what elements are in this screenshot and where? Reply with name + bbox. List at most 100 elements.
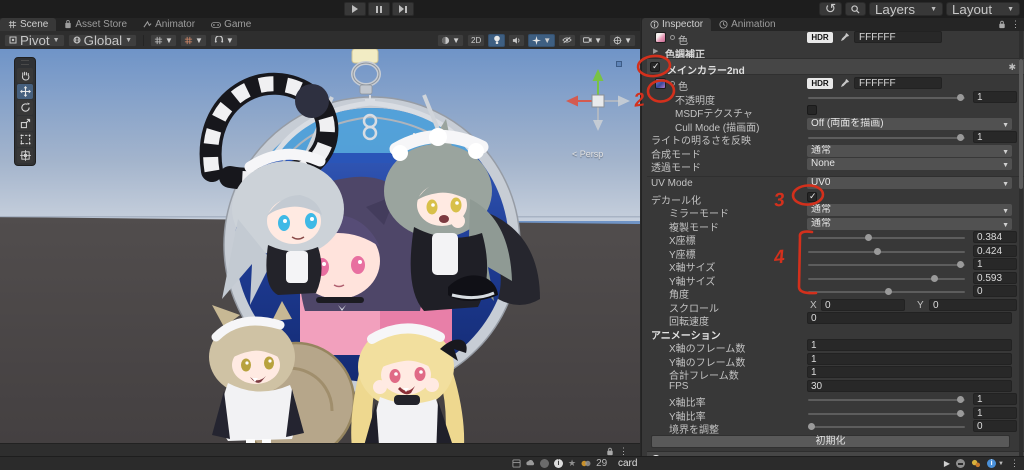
tab-inspector[interactable]: Inspector <box>642 18 712 31</box>
slider-handle[interactable] <box>874 247 882 255</box>
snap-increment-dropdown[interactable]: ▼ <box>179 33 207 47</box>
texture-thumbnail[interactable] <box>655 78 666 89</box>
console-count[interactable]: 29 <box>596 458 607 469</box>
value-field[interactable]: 0 <box>973 285 1017 297</box>
cloud-icon[interactable] <box>526 459 535 468</box>
info-dropdown[interactable]: i ▼ <box>987 459 1004 468</box>
slider-track[interactable] <box>808 288 965 295</box>
slider-handle[interactable] <box>957 134 965 141</box>
move-tool-button[interactable] <box>17 84 33 99</box>
component-header-maincolor2nd[interactable]: メインカラー2nd ✱ <box>647 58 1024 77</box>
value-field[interactable]: 1 <box>973 258 1017 270</box>
scene-viewport[interactable]: < Persp <box>0 49 640 443</box>
value-field[interactable]: 1 <box>973 393 1017 405</box>
tab-game[interactable]: Game <box>203 18 259 31</box>
slider-track[interactable] <box>808 261 965 268</box>
component-enabled-checkbox[interactable] <box>650 61 660 72</box>
layers-dropdown[interactable]: Layers ▼ <box>869 2 943 17</box>
slider-handle[interactable] <box>864 234 872 241</box>
search-button[interactable] <box>845 2 866 16</box>
status-menu-icon[interactable]: ⋮ <box>1010 458 1019 469</box>
dropdown[interactable]: 通常 ▼ <box>807 144 1012 157</box>
gizmos-dropdown[interactable]: ▼ <box>609 33 636 47</box>
slider-handle[interactable] <box>885 288 893 295</box>
value-field[interactable]: 30 <box>807 379 1012 392</box>
slider-track[interactable] <box>808 234 965 241</box>
dropdown[interactable]: None ▼ <box>807 158 1012 170</box>
package-icon[interactable] <box>512 459 521 468</box>
panel-menu-icon[interactable]: ⋮ <box>1011 19 1020 30</box>
scene-lighting-toggle[interactable] <box>488 33 506 47</box>
gizmo-cube-icon[interactable] <box>616 61 622 67</box>
value-field[interactable]: 0.593 <box>973 271 1017 284</box>
value-field[interactable]: 1 <box>973 90 1017 103</box>
value-field[interactable]: 1 <box>807 366 1012 378</box>
play-status-icon[interactable]: ▶ <box>944 459 950 468</box>
slider-handle[interactable] <box>808 423 816 430</box>
x-value-field[interactable]: 0 <box>821 298 905 311</box>
perspective-toggle[interactable]: < Persp <box>572 149 603 159</box>
slider-handle[interactable] <box>957 409 965 417</box>
checkbox[interactable] <box>807 191 817 202</box>
eyedropper-icon[interactable] <box>840 32 850 45</box>
pivot-dropdown[interactable]: Pivot ▼ <box>4 33 65 48</box>
hdr-button[interactable]: HDR <box>807 78 833 89</box>
slider-handle[interactable] <box>930 274 938 282</box>
eyedropper-icon[interactable] <box>840 78 850 91</box>
selected-asset-label[interactable]: card <box>618 458 637 469</box>
play-button[interactable] <box>344 2 366 16</box>
tab-scene[interactable]: Scene <box>0 18 57 31</box>
star-icon[interactable]: ★ <box>568 458 576 469</box>
grid-visibility-dropdown[interactable]: ▼ <box>150 33 177 47</box>
lock-icon[interactable] <box>606 447 614 456</box>
slider-handle[interactable] <box>957 396 965 403</box>
hidden-objects-toggle[interactable] <box>558 33 577 47</box>
status-dot-icon[interactable] <box>540 459 549 468</box>
tab-animator[interactable]: Animator <box>135 18 203 31</box>
2d-view-toggle[interactable]: 2D <box>467 33 486 47</box>
value-field[interactable]: 0.424 <box>973 244 1017 257</box>
inspector-foldout-row[interactable]: ▶ 色調補正 <box>647 45 1024 61</box>
collapsed-panel-bar[interactable]: ⋮ <box>0 443 640 456</box>
dropdown[interactable]: 通常 ▼ <box>807 217 1012 230</box>
info-icon[interactable]: i <box>554 459 563 468</box>
rect-tool-button[interactable] <box>17 132 33 147</box>
slider-track[interactable] <box>808 247 965 255</box>
orientation-gizmo[interactable] <box>560 63 636 139</box>
tab-animation[interactable]: Animation <box>711 18 783 31</box>
global-dropdown[interactable]: Global ▼ <box>67 33 138 48</box>
value-field[interactable]: 0.384 <box>973 231 1017 243</box>
slider-track[interactable] <box>808 274 965 282</box>
layout-dropdown[interactable]: Layout ▼ <box>946 2 1020 17</box>
slider-track[interactable] <box>808 396 965 403</box>
color-hex-field[interactable]: FFFFFF <box>854 77 942 89</box>
lock-icon[interactable] <box>998 20 1006 29</box>
hand-tool-button[interactable] <box>17 68 33 83</box>
mute-icon[interactable] <box>956 459 966 468</box>
value-field[interactable]: 1 <box>807 339 1012 351</box>
inspector-scrollbar[interactable] <box>1019 31 1023 456</box>
console-messages-icon[interactable] <box>581 459 591 468</box>
dropdown[interactable]: UV0 ▼ <box>807 176 1012 189</box>
slider-track[interactable] <box>808 423 965 430</box>
checkbox[interactable] <box>807 105 817 115</box>
gear-icon[interactable]: ✱ <box>1008 62 1016 73</box>
pause-button[interactable] <box>368 2 390 16</box>
slider-handle[interactable] <box>957 93 965 101</box>
scrollbar-thumb[interactable] <box>1019 59 1023 189</box>
transform-tool-button[interactable] <box>17 148 33 163</box>
value-field[interactable]: 0 <box>973 420 1017 432</box>
shading-mode-dropdown[interactable]: ▼ <box>437 33 464 47</box>
warning-icon[interactable] <box>971 459 981 468</box>
y-value-field[interactable]: 0 <box>929 298 1017 311</box>
value-field[interactable]: 1 <box>973 406 1017 419</box>
slider-track[interactable] <box>808 409 965 417</box>
init-button[interactable]: 初期化 <box>651 434 1010 448</box>
scene-audio-toggle[interactable] <box>508 33 526 47</box>
hdr-button[interactable]: HDR <box>807 32 833 43</box>
slider-track[interactable] <box>808 134 965 141</box>
effects-dropdown[interactable]: ▼ <box>528 33 556 47</box>
value-field[interactable]: 1 <box>807 352 1012 365</box>
slider-handle[interactable] <box>957 261 965 268</box>
undo-history-button[interactable]: ↺ <box>818 1 842 16</box>
